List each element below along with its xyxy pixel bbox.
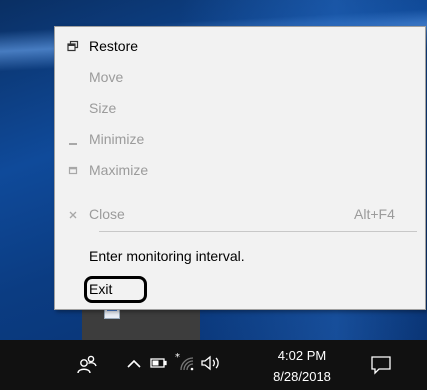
menu-item-label: Move bbox=[89, 69, 124, 85]
menu-item-label: Close bbox=[89, 206, 125, 222]
menu-item-restore[interactable]: Restore bbox=[55, 33, 425, 59]
close-x-icon bbox=[63, 201, 83, 231]
menu-item-label: Enter monitoring interval. bbox=[89, 248, 245, 264]
menu-item-shortcut: Alt+F4 bbox=[354, 206, 395, 222]
minimize-icon bbox=[63, 126, 83, 156]
people-icon[interactable] bbox=[76, 354, 98, 381]
clock-date[interactable]: 8/28/2018 bbox=[268, 369, 336, 384]
menu-item-close[interactable]: Close Alt+F4 bbox=[55, 201, 425, 227]
chevron-up-icon[interactable] bbox=[126, 356, 142, 377]
menu-item-move[interactable]: Move bbox=[55, 64, 425, 90]
battery-icon[interactable] bbox=[150, 355, 168, 376]
menu-item-label: Restore bbox=[89, 38, 139, 54]
clock-time[interactable]: 4:02 PM bbox=[272, 348, 332, 363]
taskbar: * 4:02 PM 8/28/2018 bbox=[0, 340, 427, 390]
menu-item-minimize[interactable]: Minimize bbox=[55, 126, 425, 152]
volume-icon[interactable] bbox=[200, 354, 222, 377]
menu-separator bbox=[99, 231, 417, 232]
restore-icon bbox=[63, 33, 83, 62]
wifi-icon[interactable]: * bbox=[175, 352, 197, 377]
maximize-icon bbox=[63, 157, 83, 187]
menu-item-label: Size bbox=[89, 100, 117, 116]
menu-item-maximize[interactable]: Maximize bbox=[55, 157, 425, 183]
svg-text:*: * bbox=[175, 352, 180, 363]
menu-item-label: Maximize bbox=[89, 162, 149, 178]
action-center-icon[interactable] bbox=[370, 355, 392, 380]
menu-item-enter-monitoring-interval[interactable]: Enter monitoring interval. bbox=[55, 243, 425, 269]
menu-item-label: Minimize bbox=[89, 131, 145, 147]
menu-item-size[interactable]: Size bbox=[55, 95, 425, 121]
system-context-menu: Restore Move Size Minimize Maximize Clos… bbox=[54, 26, 426, 310]
exit-highlight-annotation bbox=[84, 276, 147, 303]
